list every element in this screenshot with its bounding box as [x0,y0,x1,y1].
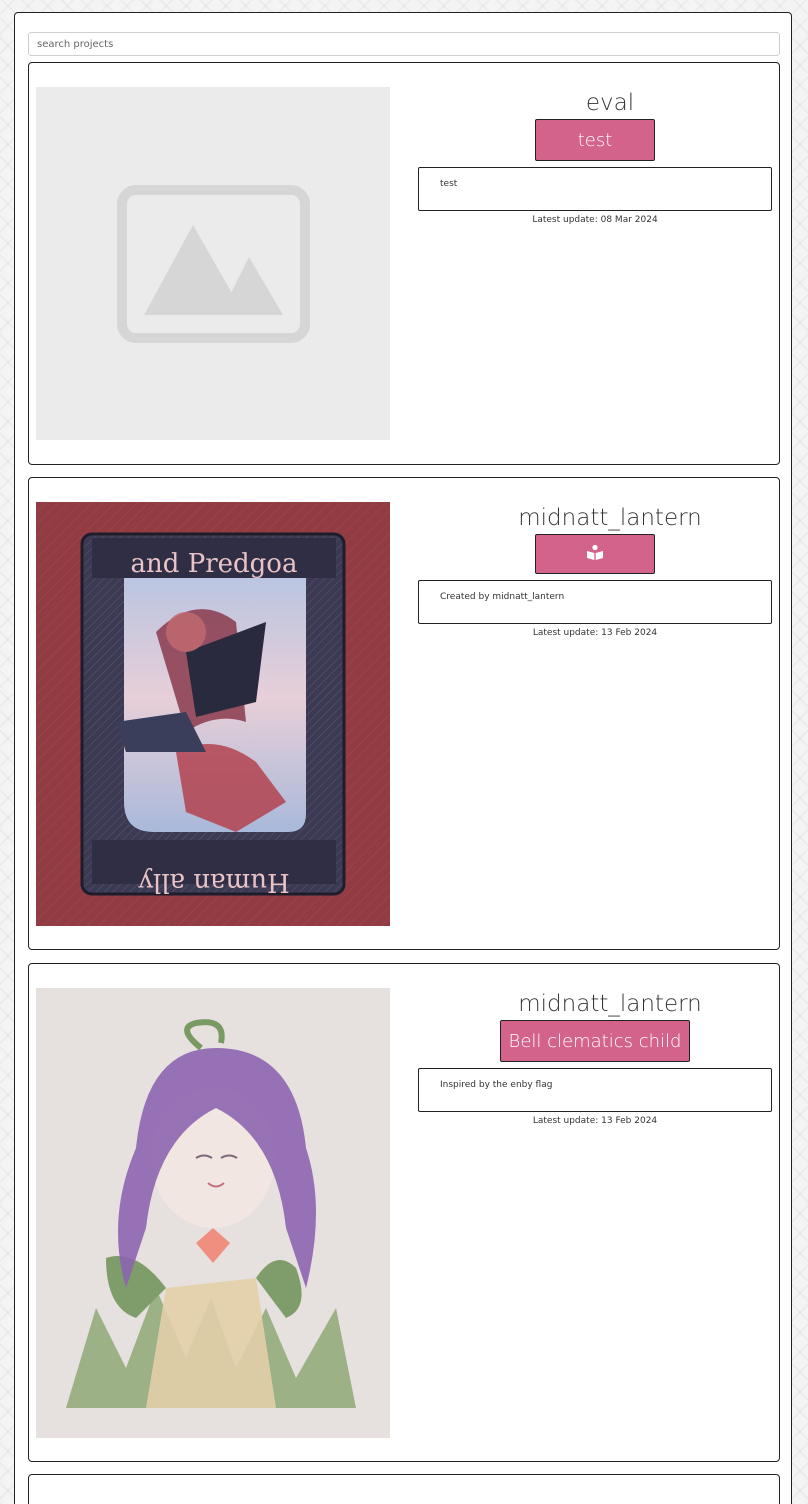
latest-update-label: Latest update: [532,1116,599,1126]
project-card [28,1474,780,1504]
project-card: midnatt_lantern Bell clematics child Ins… [28,963,780,1462]
latest-update-label: Latest update: [532,628,599,638]
search-input[interactable] [28,32,780,56]
project-owner: midnatt_lantern [518,991,702,1017]
project-title-button[interactable]: test [535,119,655,161]
project-description: Created by midnatt_lantern [418,580,772,624]
latest-update: Latest update: 13 Feb 2024 [418,628,772,638]
latest-update-date: 08 Mar 2024 [600,215,658,225]
project-title-button[interactable]: Bell clematics child [499,1020,691,1062]
project-title-button[interactable] [535,534,655,574]
tarot-top-text: and Predgoa [131,549,298,579]
book-icon [587,544,603,560]
project-description: test [418,167,772,211]
latest-update-date: 13 Feb 2024 [601,1116,658,1126]
project-thumbnail[interactable]: and Predgoa Human ally [36,502,390,926]
project-info: midnatt_lantern Bell clematics child Ins… [418,988,772,1126]
project-thumbnail[interactable] [36,988,390,1438]
project-owner: eval [585,90,635,116]
project-card: and Predgoa Human ally midnatt_lantern C… [28,477,780,950]
latest-update-label: Latest update: [532,215,598,225]
latest-update: Latest update: 08 Mar 2024 [418,215,772,225]
projects-panel: eval test test Latest update: 08 Mar 202… [14,12,792,1504]
project-info: midnatt_lantern Created by midnatt_lante… [418,502,772,638]
project-info: eval test test Latest update: 08 Mar 202… [418,87,772,225]
project-description: Inspired by the enby flag [418,1068,772,1112]
project-card: eval test test Latest update: 08 Mar 202… [28,62,780,465]
project-thumbnail[interactable] [36,87,390,440]
tarot-bottom-text: Human ally [138,867,290,897]
character-artwork [36,988,390,1438]
project-owner: midnatt_lantern [518,505,702,531]
tarot-card-artwork: and Predgoa Human ally [36,502,390,926]
latest-update-date: 13 Feb 2024 [601,628,658,638]
placeholder-image-icon [117,185,310,343]
latest-update: Latest update: 13 Feb 2024 [418,1116,772,1126]
